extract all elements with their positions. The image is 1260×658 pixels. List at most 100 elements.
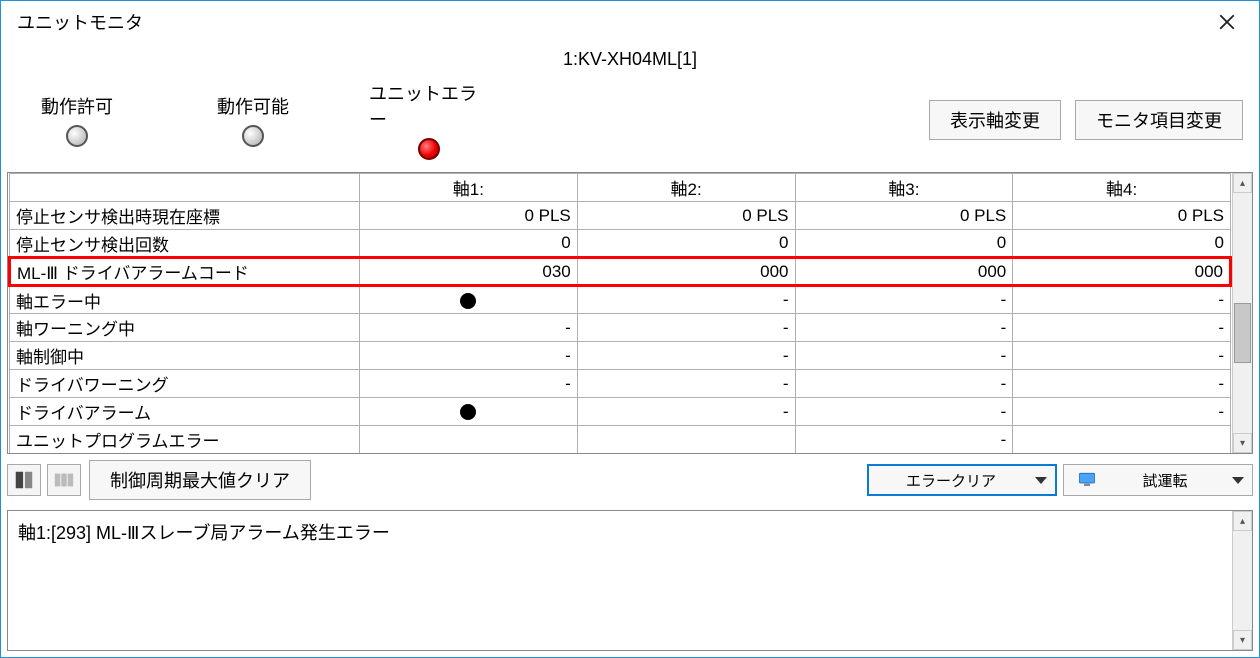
monitor-table: 軸1: 軸2: 軸3: 軸4: 停止センサ検出時現在座標0 PLS0 PLS0 … [8, 173, 1232, 453]
table-row: ユニットプログラムエラー- [10, 426, 1231, 454]
vertical-scrollbar[interactable]: ▴ ▾ [1232, 173, 1252, 453]
cell-value: - [1013, 314, 1231, 342]
table-header: 軸2: [577, 174, 795, 202]
toolbar-icon-2[interactable] [47, 464, 81, 496]
table-header: 軸3: [795, 174, 1013, 202]
cell-value: - [795, 286, 1013, 314]
table-header: 軸4: [1013, 174, 1231, 202]
toolbar: 制御周期最大値クリア エラークリア 試運転 [1, 454, 1259, 506]
cell-value: - [577, 398, 795, 426]
cell-value: - [795, 342, 1013, 370]
scroll-track[interactable] [1233, 193, 1252, 433]
cell-value: - [360, 370, 578, 398]
status-row: 動作許可 動作可能 ユニットエラー 表示軸変更 モニタ項目変更 [1, 76, 1259, 172]
table-row: 停止センサ検出時現在座標0 PLS0 PLS0 PLS0 PLS [10, 202, 1231, 230]
cell-value: - [360, 314, 578, 342]
error-clear-dropdown[interactable]: エラークリア [867, 464, 1057, 496]
table-header: 軸1: [360, 174, 578, 202]
close-icon [1218, 13, 1236, 31]
monitor-icon [1076, 470, 1098, 490]
cell-value: 0 [1013, 230, 1231, 258]
clear-control-cycle-button[interactable]: 制御周期最大値クリア [89, 460, 311, 500]
status-label: 動作可能 [217, 93, 289, 119]
cell-value: 0 [577, 230, 795, 258]
cell-value: - [1013, 286, 1231, 314]
cell-value: - [795, 314, 1013, 342]
row-label: 軸エラー中 [10, 286, 360, 314]
cell-value: 0 PLS [577, 202, 795, 230]
cell-value: 0 PLS [795, 202, 1013, 230]
table-row: ドライバアラーム--- [10, 398, 1231, 426]
table-row: ML-Ⅲ ドライバアラームコード030000000000 [10, 258, 1231, 286]
status-operation-enable: 動作可能 [193, 93, 313, 147]
cell-value: - [1013, 370, 1231, 398]
vertical-scrollbar[interactable]: ▴ ▾ [1232, 511, 1252, 650]
cell-value: 000 [1013, 258, 1231, 286]
led-icon [418, 138, 440, 160]
status-label: 動作許可 [41, 93, 113, 119]
titlebar: ユニットモニタ [1, 1, 1259, 43]
cell-value [360, 426, 578, 454]
cell-value: 000 [577, 258, 795, 286]
module-icon [13, 469, 35, 491]
status-dot-icon [460, 293, 476, 309]
cell-value: 0 [795, 230, 1013, 258]
scroll-up-icon[interactable]: ▴ [1233, 511, 1252, 531]
cell-value: - [795, 398, 1013, 426]
cell-value [1013, 426, 1231, 454]
row-label: 停止センサ検出時現在座標 [10, 202, 360, 230]
table-row: 停止センサ検出回数0000 [10, 230, 1231, 258]
row-label: 停止センサ検出回数 [10, 230, 360, 258]
device-name: 1:KV-XH04ML[1] [1, 43, 1259, 76]
scroll-up-icon[interactable]: ▴ [1233, 173, 1252, 193]
cell-value [577, 426, 795, 454]
row-label: 軸制御中 [10, 342, 360, 370]
cell-value: - [577, 370, 795, 398]
toolbar-icon-1[interactable] [7, 464, 41, 496]
unit-monitor-window: ユニットモニタ 1:KV-XH04ML[1] 動作許可 動作可能 ユニットエラー… [0, 0, 1260, 658]
table-header-row: 軸1: 軸2: 軸3: 軸4: [10, 174, 1231, 202]
row-label: ドライバワーニング [10, 370, 360, 398]
message-box: 軸1:[293] ML-Ⅲスレーブ局アラーム発生エラー ▴ ▾ [7, 510, 1253, 651]
scroll-thumb[interactable] [1234, 303, 1251, 363]
trial-run-dropdown[interactable]: 試運転 [1063, 464, 1253, 496]
cell-value: - [1013, 342, 1231, 370]
cell-value: - [577, 314, 795, 342]
table-row: 軸ワーニング中---- [10, 314, 1231, 342]
dropdown-label: エラークリア [881, 470, 1021, 491]
monitor-items-change-button[interactable]: モニタ項目変更 [1075, 100, 1243, 140]
table-row: 軸エラー中--- [10, 286, 1231, 314]
status-dot-icon [460, 404, 476, 420]
table-row: ドライバワーニング---- [10, 370, 1231, 398]
cell-value: - [795, 370, 1013, 398]
dropdown-label: 試運転 [1112, 470, 1218, 491]
chevron-down-icon [1035, 477, 1047, 484]
row-label: ML-Ⅲ ドライバアラームコード [10, 258, 360, 286]
window-title: ユニットモニタ [11, 9, 1205, 35]
status-label: ユニットエラー [369, 80, 489, 132]
cell-value: - [577, 342, 795, 370]
message-text: 軸1:[293] ML-Ⅲスレーブ局アラーム発生エラー [8, 511, 1232, 650]
close-button[interactable] [1205, 7, 1249, 37]
scroll-track[interactable] [1233, 531, 1252, 630]
status-operation-permit: 動作許可 [17, 93, 137, 147]
table-row: 軸制御中---- [10, 342, 1231, 370]
cell-value: 0 [360, 230, 578, 258]
module-group-icon [53, 469, 75, 491]
cell-value: - [577, 286, 795, 314]
scroll-down-icon[interactable]: ▾ [1233, 630, 1252, 650]
row-label: ユニットプログラムエラー [10, 426, 360, 454]
cell-value [360, 398, 578, 426]
table-header [10, 174, 360, 202]
cell-value [360, 286, 578, 314]
cell-value: 030 [360, 258, 578, 286]
display-axis-change-button[interactable]: 表示軸変更 [929, 100, 1061, 140]
cell-value: 000 [795, 258, 1013, 286]
monitor-table-wrap: 軸1: 軸2: 軸3: 軸4: 停止センサ検出時現在座標0 PLS0 PLS0 … [7, 172, 1253, 454]
cell-value: - [360, 342, 578, 370]
row-label: 軸ワーニング中 [10, 314, 360, 342]
chevron-down-icon [1232, 477, 1244, 484]
led-icon [242, 125, 264, 147]
led-icon [66, 125, 88, 147]
scroll-down-icon[interactable]: ▾ [1233, 433, 1252, 453]
